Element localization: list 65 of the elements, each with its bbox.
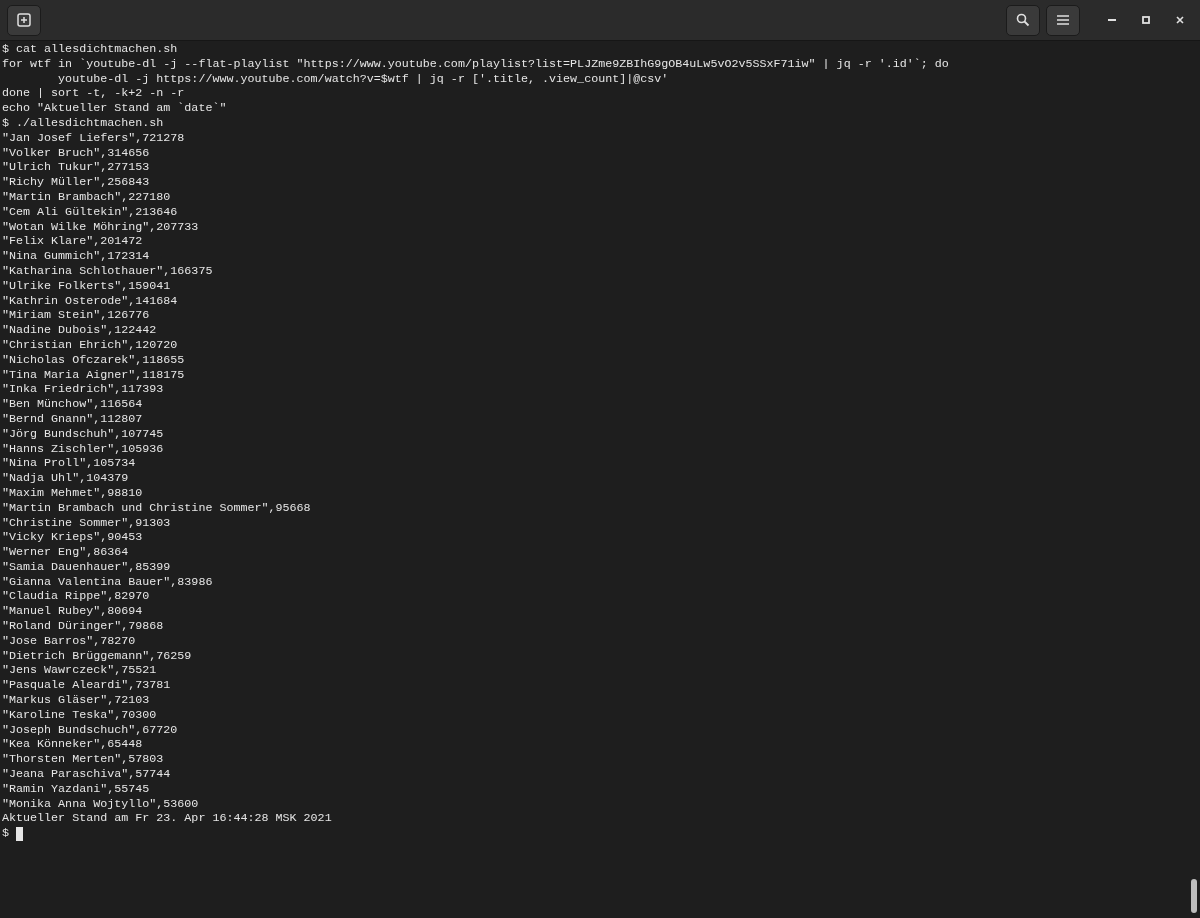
terminal-line: $ ./allesdichtmachen.sh	[2, 116, 164, 131]
terminal-line: "Miriam Stein",126776	[2, 308, 150, 324]
search-button[interactable]	[1006, 4, 1040, 36]
terminal-line: "Roland Düringer",79868	[2, 619, 164, 634]
terminal-line: "Nadja Uhl",104379	[2, 471, 129, 486]
terminal-line: "Manuel Rubey",80694	[2, 604, 143, 620]
terminal-line: "Pasquale Aleardi",73781	[2, 678, 171, 694]
terminal-line: "Maxim Mehmet",98810	[2, 485, 143, 501]
terminal-line: "Christian Ehrich",120720	[2, 337, 178, 353]
terminal-line: "Karoline Teska",70300	[2, 707, 157, 723]
terminal-line: "Nina Proll",105734	[2, 456, 136, 472]
prompt: $	[2, 826, 9, 842]
terminal-line: "Tina Maria Aigner",118175	[2, 367, 185, 383]
terminal-line: Aktueller Stand am Fr 23. Apr 16:44:28 MSK 2021	[2, 811, 332, 827]
terminal-line: "Kathrin Osterode",141684	[2, 293, 178, 309]
terminal-line: "Vicky Krieps",90453	[2, 530, 143, 546]
terminal-line: "Cem Ali Gültekin",213646	[2, 204, 178, 220]
terminal-line: done | sort -t, -k+2 -n -r	[2, 86, 185, 102]
terminal-line: youtube-dl -j https://www.youtube.com/watch?v=$wtf | jq -r ['.title, .view_count]|@csv'	[57, 71, 669, 87]
new-tab-button[interactable]	[7, 4, 41, 36]
maximize-icon	[1142, 16, 1150, 24]
terminal-line: for wtf in `youtube-dl -j --flat-playlist "https://www.youtube.com/playlist?list=PLJZme9ZBIhG9gOB4uLw5vO2v5SSxF71iw" | jq -r '.id'`; do	[2, 56, 949, 72]
terminal-line: "Martin Brambach und Christine Sommer",95668	[2, 500, 311, 516]
terminal-line: "Nicholas Ofczarek",118655	[2, 352, 185, 368]
terminal-line: "Ulrike Folkerts",159041	[2, 278, 171, 294]
terminal-line: "Joseph Bundschuch",67720	[2, 722, 178, 738]
terminal-line: echo "Aktueller Stand am `date`"	[2, 101, 227, 116]
terminal-line: "Jörg Bundschuh",107745	[2, 426, 164, 442]
terminal-line: "Ben Münchow",116564	[2, 397, 143, 412]
terminal-line: "Katharina Schlothauer",166375	[2, 263, 213, 279]
close-icon	[1176, 16, 1184, 24]
cursor	[16, 826, 23, 841]
terminal-line: "Martin Brambach",227180	[2, 189, 171, 205]
terminal-line: "Felix Klare",201472	[2, 234, 143, 250]
scrollbar-thumb[interactable]	[1191, 879, 1197, 913]
terminal-line: "Ulrich Tukur",277153	[2, 160, 150, 176]
terminal-line: "Ramin Yazdani",55745	[2, 781, 150, 797]
terminal-line: "Gianna Valentina Bauer",83986	[2, 574, 213, 590]
menu-icon	[1057, 15, 1069, 25]
terminal-line: "Bernd Gnann",112807	[2, 411, 143, 427]
terminal-line: "Christine Sommer",91303	[2, 515, 171, 531]
minimize-icon	[1108, 18, 1116, 22]
terminal-line: "Nina Gummich",172314	[2, 249, 150, 264]
terminal-line: "Dietrich Brüggemann",76259	[2, 648, 192, 664]
terminal-line: "Richy Müller",256843	[2, 175, 150, 190]
terminal-line: "Hanns Zischler",105936	[2, 441, 164, 457]
terminal-line: "Volker Bruch",314656	[2, 145, 150, 161]
terminal-line: "Jose Barros",78270	[2, 633, 136, 649]
terminal-line: "Inka Friedrich",117393	[2, 382, 164, 398]
terminal-line: "Jeana Paraschiva",57744	[2, 767, 171, 782]
menu-button[interactable]	[1046, 4, 1080, 36]
terminal-line: "Thorsten Merten",57803	[2, 752, 164, 768]
terminal-line: "Nadine Dubois",122442	[2, 323, 157, 338]
search-icon	[1016, 13, 1030, 27]
new-tab-icon	[17, 13, 31, 27]
terminal-line: "Markus Gläser",72103	[2, 693, 150, 708]
terminal-line: "Monika Anna Wojtyllo",53600	[2, 796, 199, 812]
terminal-line: "Samia Dauenhauer",85399	[2, 559, 171, 575]
terminal-line: "Kea Könneker",65448	[2, 737, 143, 753]
terminal-line: "Jan Josef Liefers",721278	[2, 130, 185, 146]
terminal-line: "Jens Wawrczeck",75521	[2, 663, 157, 679]
terminal-line: "Wotan Wilke Möhring",207733	[2, 219, 199, 235]
terminal-line: $ cat allesdichtmachen.sh	[2, 42, 178, 57]
terminal-line: "Werner Eng",86364	[2, 545, 129, 560]
terminal-line: "Claudia Rippe",82970	[2, 589, 150, 605]
